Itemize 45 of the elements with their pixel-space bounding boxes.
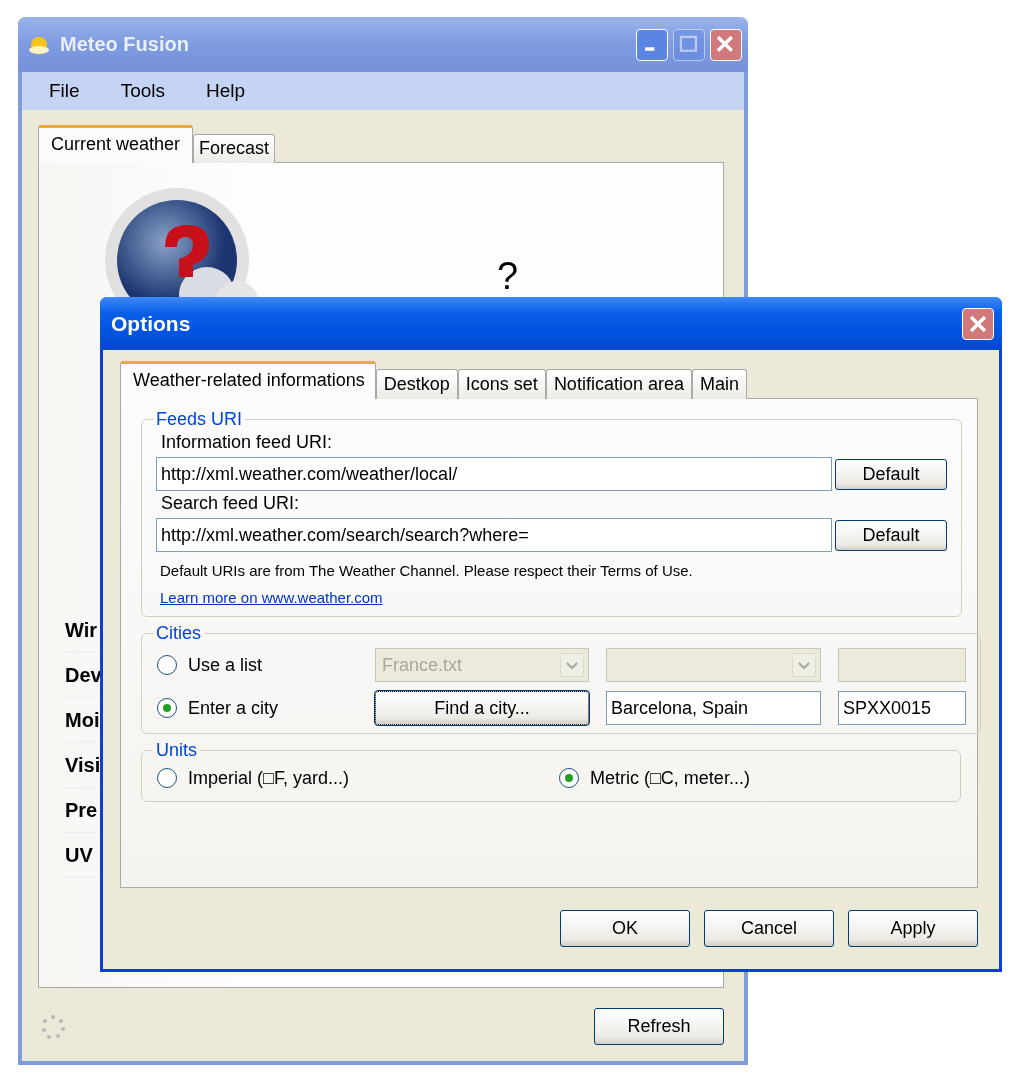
radio-label[interactable]: Metric (□C, meter...) — [590, 767, 750, 789]
radio-label[interactable]: Enter a city — [188, 697, 279, 719]
radio-button[interactable] — [156, 697, 178, 719]
default-button[interactable]: Default — [835, 458, 947, 490]
minimize-button[interactable] — [636, 28, 668, 61]
default-button[interactable]: Default — [835, 519, 947, 551]
tab[interactable]: Icons set — [457, 369, 546, 399]
text-field[interactable]: http://xml.weather.com/weather/local/ — [156, 457, 832, 491]
note-text: Default URIs are from The Weather Channel. Please respect their Terms of Use. — [160, 562, 694, 579]
dialog-button[interactable]: Apply — [848, 910, 978, 947]
field-label: Information feed URI: — [161, 432, 334, 453]
menu-item[interactable]: Help — [197, 80, 260, 102]
refresh-button[interactable]: Refresh — [594, 1008, 724, 1045]
group-label: Units — [155, 740, 198, 761]
link[interactable]: Learn more on www.weather.com — [160, 589, 383, 606]
tab[interactable]: Notification area — [545, 369, 692, 399]
text-field[interactable]: http://xml.weather.com/search/search?where= — [156, 518, 832, 552]
close-button[interactable] — [710, 28, 742, 61]
condition-text: ? — [497, 257, 519, 295]
radio-button[interactable] — [156, 767, 178, 789]
window-title: Meteo Fusion — [60, 33, 190, 56]
radio-button[interactable] — [558, 767, 580, 789]
dialog-title: Options — [111, 311, 191, 336]
close-button[interactable] — [962, 307, 994, 340]
radio-button[interactable] — [156, 654, 178, 676]
find-city-button[interactable]: Find a city... — [375, 691, 589, 725]
tab[interactable]: Main — [691, 369, 747, 399]
dialog-button[interactable]: OK — [560, 910, 690, 947]
tab[interactable]: Destkop — [375, 369, 458, 399]
sun-icon — [28, 34, 50, 55]
dropdown-value: France.txt — [382, 654, 463, 676]
menu-item[interactable]: File — [40, 80, 94, 102]
text-field[interactable]: Barcelona, Spain — [606, 691, 821, 725]
menu-item[interactable]: Tools — [111, 80, 179, 102]
group-label: Cities — [155, 623, 202, 644]
tab[interactable]: Weather-related informations — [120, 361, 376, 399]
dialog-button[interactable]: Cancel — [704, 910, 834, 947]
tab[interactable]: Forecast — [193, 134, 276, 163]
radio-label[interactable]: Imperial (□F, yard...) — [188, 767, 349, 789]
radio-label[interactable]: Use a list — [188, 654, 263, 676]
spinner-icon — [40, 1013, 66, 1040]
tab[interactable]: Current weather — [38, 125, 194, 163]
group-label: Feeds URI — [155, 409, 244, 430]
text-field[interactable]: SPXX0015 — [838, 691, 966, 725]
field-label: Search feed URI: — [161, 493, 301, 514]
